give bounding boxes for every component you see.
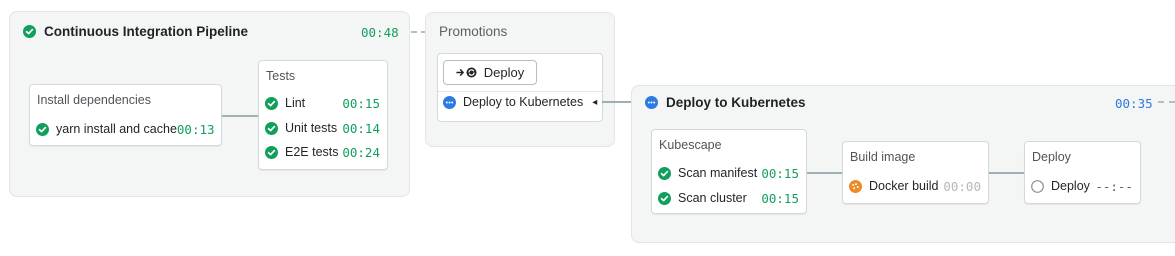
ci-pipeline-title: Continuous Integration Pipeline xyxy=(44,24,248,39)
running-circle-icon xyxy=(645,96,658,109)
ci-pipeline-duration: 00:48 xyxy=(361,25,399,40)
promotion-target-label: Deploy to Kubernetes xyxy=(463,95,584,109)
job-duration: 00:15 xyxy=(761,165,799,181)
block-title: Kubescape xyxy=(659,138,722,152)
connector-line xyxy=(807,172,842,174)
block-deploy[interactable]: Deploy Deploy --:-- xyxy=(1024,141,1141,204)
running-circle-icon xyxy=(443,95,456,109)
divider xyxy=(438,91,602,92)
deploy-pipeline-duration: 00:35 xyxy=(1115,96,1153,111)
ci-pipeline-header: Continuous Integration Pipeline xyxy=(23,24,248,39)
job-name: Unit tests xyxy=(285,121,338,135)
deploy-pipeline-header: Deploy to Kubernetes xyxy=(645,95,806,110)
job-name: Deploy xyxy=(1051,179,1090,193)
job-docker-build[interactable]: Docker build 00:00 xyxy=(849,177,981,195)
check-circle-icon xyxy=(265,121,278,135)
job-name: Scan manifest xyxy=(678,166,758,180)
job-name: Scan cluster xyxy=(678,191,747,205)
promotion-target[interactable]: Deploy to Kubernetes ◂ xyxy=(443,95,597,109)
job-duration: 00:15 xyxy=(342,95,380,111)
job-scan-cluster[interactable]: Scan cluster 00:15 xyxy=(658,189,799,207)
job-deploy[interactable]: Deploy --:-- xyxy=(1031,177,1133,195)
check-circle-icon xyxy=(658,166,671,180)
job-name: yarn install and cache xyxy=(56,122,177,136)
check-circle-icon xyxy=(265,96,278,110)
block-title: Deploy xyxy=(1032,150,1071,164)
job-lint[interactable]: Lint 00:15 xyxy=(265,94,380,112)
dashed-connector xyxy=(1158,101,1175,103)
promotions-panel: Promotions Deploy Deploy to Kubernetes ◂ xyxy=(425,12,615,147)
promote-button-label: Deploy xyxy=(483,65,525,80)
job-duration: 00:24 xyxy=(342,144,380,160)
job-duration: 00:14 xyxy=(342,120,380,136)
promote-arrow-icon xyxy=(456,66,478,79)
connector-line xyxy=(222,115,258,117)
check-circle-icon xyxy=(23,25,36,38)
deploy-pipeline-title: Deploy to Kubernetes xyxy=(666,95,806,110)
job-e2e-tests[interactable]: E2E tests 00:24 xyxy=(265,143,380,161)
promotions-title: Promotions xyxy=(439,24,508,39)
block-install-dependencies[interactable]: Install dependencies yarn install and ca… xyxy=(29,84,222,146)
block-title: Tests xyxy=(266,69,296,83)
check-circle-icon xyxy=(36,122,49,136)
job-name: E2E tests xyxy=(285,145,339,159)
check-circle-icon xyxy=(658,191,671,205)
promote-deploy-button[interactable]: Deploy xyxy=(443,60,537,85)
block-title: Build image xyxy=(850,150,916,164)
connector-line xyxy=(602,101,632,103)
block-title: Install dependencies xyxy=(37,93,151,107)
job-name: Lint xyxy=(285,96,306,110)
deploy-pipeline-panel[interactable]: Deploy to Kubernetes 00:35 Kubescape Sca… xyxy=(631,85,1175,243)
job-duration: --:-- xyxy=(1095,178,1133,194)
block-kubescape[interactable]: Kubescape Scan manifest 00:15 Scan clust… xyxy=(651,129,807,214)
job-duration: 00:00 xyxy=(943,178,981,194)
pending-circle-icon xyxy=(1031,179,1044,193)
block-build-image[interactable]: Build image Docker build 00:00 xyxy=(842,141,989,204)
queued-circle-icon xyxy=(849,179,862,193)
job-duration: 00:15 xyxy=(761,190,799,206)
ci-pipeline-panel[interactable]: Continuous Integration Pipeline 00:48 In… xyxy=(9,11,410,197)
job-scan-manifest[interactable]: Scan manifest 00:15 xyxy=(658,164,799,182)
check-circle-icon xyxy=(265,145,278,159)
connector-line xyxy=(989,172,1024,174)
job-unit-tests[interactable]: Unit tests 00:14 xyxy=(265,119,380,137)
block-tests[interactable]: Tests Lint 00:15 Unit tests 00:14 E2E te… xyxy=(258,60,388,170)
job-name: Docker build xyxy=(869,179,939,193)
job-yarn-install[interactable]: yarn install and cache 00:13 xyxy=(36,120,215,138)
job-duration: 00:13 xyxy=(176,121,215,137)
triangle-left-icon: ◂ xyxy=(592,96,598,108)
